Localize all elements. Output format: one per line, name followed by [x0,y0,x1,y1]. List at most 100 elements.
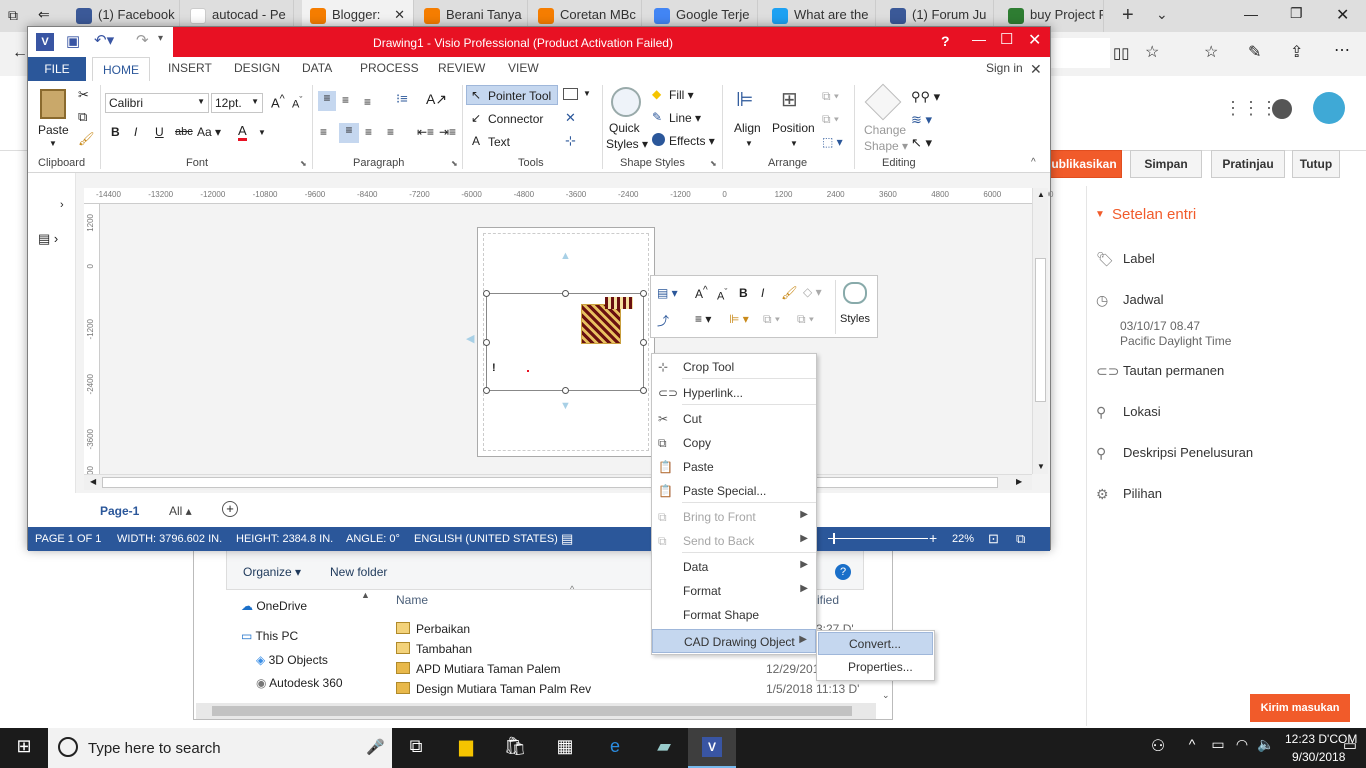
cut-icon[interactable]: ✂ [78,87,89,103]
feedback-button[interactable]: Kirim masukan [1250,694,1350,722]
favorites-hub-icon[interactable]: ☆ [1204,42,1218,62]
undo-icon[interactable]: ↶▾ [94,31,114,49]
tab-insert[interactable]: INSERT [168,61,212,75]
more-icon[interactable]: ⋯ [1334,40,1350,60]
align-middle-icon[interactable]: ≡ [342,93,349,107]
line-icon[interactable]: ✎ [652,110,662,124]
restore-icon[interactable]: ❐ [1290,5,1303,22]
group-icon[interactable]: ⬚ ▾ [822,135,843,149]
show-hidden-icons-icon[interactable]: ^ [1180,736,1204,760]
context-menu-item[interactable]: Format Shape [652,603,816,627]
bullets-icon[interactable]: ⁝≡ [396,91,408,107]
handle[interactable] [562,290,569,297]
tab-data[interactable]: DATA [302,61,332,75]
collapse-arrow-icon[interactable]: ▼ [1095,209,1105,220]
back-arrow-icon[interactable]: ← [12,44,28,62]
reading-view-icon[interactable]: ▯▯ [1113,44,1130,62]
italic-icon[interactable]: I [134,125,137,139]
calendar-app-icon[interactable]: ▦ [553,736,577,760]
zoom-slider-thumb[interactable] [833,533,835,544]
connector-icon[interactable]: ↙ [471,111,481,125]
italic-icon[interactable]: I [761,286,764,300]
close-icon[interactable]: ✕ [1336,5,1349,25]
shape-styles-dialog-launcher-icon[interactable]: ⬊ [710,159,717,168]
name-column-header[interactable]: Name [396,593,428,607]
set-aside-tabs-icon[interactable]: ⇐ [38,6,50,23]
align-top-icon[interactable]: ≡ [318,91,336,111]
tab-process[interactable]: PROCESS [360,61,419,75]
connector-icon[interactable]: ⤴ [657,312,669,329]
format-painter-icon[interactable]: 🖌 [78,131,95,147]
position-icon[interactable]: ⊫ ▾ [729,312,749,326]
increase-indent-icon[interactable]: ⇥≡ [439,125,456,139]
text-tool-button[interactable]: Text [488,135,510,149]
battery-icon[interactable]: ▭ [1206,736,1230,760]
find-icon[interactable]: ⚲⚲ ▾ [911,89,940,105]
file-row[interactable]: Design Mutiara Taman Palm Rev 1/5/2018 11… [396,680,866,698]
handle[interactable] [562,387,569,394]
restore-icon[interactable]: ☐ [1000,30,1013,48]
minimize-icon[interactable]: — [972,31,986,47]
save-button[interactable]: Simpan [1130,150,1202,178]
zoom-in-icon[interactable]: + [929,530,937,546]
context-menu-item[interactable]: Format ▶ [652,579,816,603]
format-painter-icon[interactable]: 🖌 [781,285,798,301]
people-icon[interactable]: ⚇ [1146,736,1170,760]
add-page-icon[interactable]: + [222,501,238,517]
change-case-icon[interactable]: Aa ▾ [197,125,221,139]
bring-forward-icon[interactable]: ⧉ ▾ [822,89,839,104]
app-icon[interactable]: ▰ [652,736,676,760]
decrease-indent-icon[interactable]: ⇤≡ [417,125,434,139]
quick-styles-icon[interactable] [611,87,641,117]
context-menu-item[interactable]: ✂ Cut [652,407,816,431]
nav-onedrive[interactable]: ☁ OneDrive [241,599,307,613]
submenu-item[interactable]: Properties... [818,656,933,679]
modified-column-header[interactable]: ified [817,593,839,607]
handle[interactable] [640,290,647,297]
bold-icon[interactable]: B [111,125,120,139]
paste-button[interactable]: Paste [38,123,69,137]
align-center-icon[interactable]: ≡ [339,123,359,143]
tab-view[interactable]: VIEW [508,61,539,75]
new-tab-icon[interactable]: + [1122,4,1134,27]
new-folder-button[interactable]: New folder [330,565,387,579]
drawing-page[interactable]: ▲ ! ▼ ◀ [466,227,655,457]
bring-to-front-icon[interactable]: ⧉ ▾ [763,312,780,327]
bold-icon[interactable]: B [739,286,748,300]
apps-grid-icon[interactable]: ⋮⋮⋮ [1224,98,1278,119]
redo-icon[interactable]: ↷ [136,31,149,49]
text-tool-icon[interactable]: A [472,134,480,148]
font-name-select[interactable]: Calibri ▼ [105,93,209,113]
font-color-icon[interactable]: A [238,123,247,141]
width-indicator[interactable]: WIDTH: 3796.602 IN. [117,533,222,545]
increase-font-icon[interactable]: A^ [271,93,285,110]
fill-button[interactable]: Fill ▾ [669,88,694,102]
effects-icon[interactable] [652,133,665,146]
position-button[interactable]: Position [772,121,815,135]
zoom-slider[interactable] [828,538,928,539]
paragraph-dialog-launcher-icon[interactable]: ⬊ [451,159,458,168]
align-dropdown-icon[interactable]: ▼ [745,139,753,148]
all-pages-tab[interactable]: All ▴ [169,504,192,518]
shape-effects-icon[interactable]: ◇ ▾ [803,285,822,299]
fill-icon[interactable]: ◆ [652,87,661,101]
tab-file[interactable]: FILE [28,57,86,81]
language-indicator[interactable]: ENGLISH (UNITED STATES) [414,533,558,545]
favorite-star-icon[interactable]: ☆ [1145,42,1159,62]
styles-button[interactable]: Styles [840,313,870,325]
close-icon[interactable]: ✕ [1030,61,1042,78]
paste-dropdown-icon[interactable]: ▼ [49,139,57,148]
handle[interactable] [483,387,490,394]
tab-manager-icon[interactable]: ⧉ [8,7,18,24]
select-icon[interactable]: ↖ ▾ [911,135,932,151]
font-size-select[interactable]: 12pt. ▼ [211,93,263,113]
rectangle-shape-icon[interactable] [563,88,578,100]
fit-page-icon[interactable]: ⊡ [988,531,999,547]
tab-review[interactable]: REVIEW [438,61,485,75]
justify-icon[interactable]: ≡ [387,125,394,139]
save-icon[interactable]: ▣ [66,32,80,50]
submenu-item[interactable]: Convert... [818,632,933,655]
organize-button[interactable]: Organize ▾ [243,565,301,579]
scroll-left-icon[interactable]: ◀ [90,477,96,486]
x-connection-point-icon[interactable]: ✕ [565,110,576,126]
